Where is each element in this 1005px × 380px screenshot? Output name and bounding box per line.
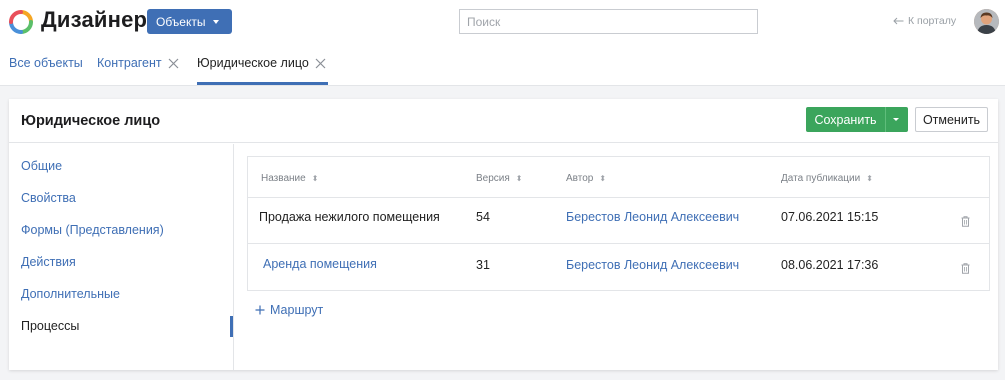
tab-all-objects[interactable]: Все объекты: [9, 56, 83, 70]
back-to-portal-label: К порталу: [908, 15, 957, 27]
sidebar-item-actions[interactable]: Действия: [21, 255, 76, 269]
sort-icon: ⬍: [866, 173, 873, 183]
back-to-portal-link[interactable]: К порталу: [893, 15, 956, 27]
user-avatar[interactable]: [974, 9, 999, 34]
panel-header: Юридическое лицо Сохранить Отменить: [9, 99, 998, 143]
app-title: Дизайнер: [41, 7, 148, 32]
column-header-author[interactable]: Автор ⬍: [566, 173, 606, 184]
save-button-label: Сохранить: [814, 112, 877, 127]
process-author-link[interactable]: Берестов Леонид Алексеевич: [566, 258, 739, 272]
sidebar-item-properties[interactable]: Свойства: [21, 191, 76, 205]
chevron-down-icon[interactable]: [893, 118, 899, 121]
sidebar-item-forms[interactable]: Формы (Представления): [21, 223, 164, 237]
chevron-down-icon: [212, 19, 219, 24]
arrow-left-icon: [893, 17, 904, 25]
cancel-button[interactable]: Отменить: [915, 107, 988, 132]
process-name: Продажа нежилого помещения: [259, 210, 440, 224]
sort-icon: ⬍: [515, 173, 523, 183]
objects-dropdown-button[interactable]: Объекты: [147, 9, 232, 34]
search-input[interactable]: [459, 9, 758, 34]
table-divider: [248, 197, 989, 198]
column-header-publish-date[interactable]: Дата публикации ⬍: [781, 173, 873, 184]
app-logo-icon: [9, 10, 33, 34]
sidebar-item-general[interactable]: Общие: [21, 159, 62, 173]
cancel-button-label: Отменить: [922, 112, 981, 127]
sidebar-item-processes[interactable]: Процессы: [21, 319, 79, 333]
tab-legal-entity[interactable]: Юридическое лицо: [197, 56, 326, 70]
plus-icon: [255, 305, 265, 315]
trash-icon[interactable]: [961, 263, 970, 274]
process-publish-date: 08.06.2021 17:36: [781, 258, 879, 272]
save-button-divider: [885, 107, 886, 132]
close-icon[interactable]: [168, 58, 179, 69]
trash-icon[interactable]: [961, 216, 970, 227]
column-header-name[interactable]: Название ⬍: [261, 173, 318, 184]
tab-counterparty[interactable]: Контрагент: [97, 56, 179, 70]
active-tab-indicator: [197, 82, 328, 85]
close-icon[interactable]: [315, 58, 326, 69]
process-name-link[interactable]: Аренда помещения: [263, 257, 377, 271]
object-panel: Юридическое лицо Сохранить Отменить Общи…: [9, 99, 998, 370]
active-sidebar-indicator: [230, 316, 233, 337]
tab-label: Юридическое лицо: [197, 56, 309, 70]
process-version: 54: [476, 210, 490, 224]
process-publish-date: 07.06.2021 15:15: [781, 210, 879, 224]
tab-label: Контрагент: [97, 56, 162, 70]
sort-icon: ⬍: [599, 173, 607, 183]
process-author-link[interactable]: Берестов Леонид Алексеевич: [566, 210, 739, 224]
add-route-button[interactable]: Маршрут: [255, 303, 323, 317]
panel-title: Юридическое лицо: [21, 113, 161, 129]
processes-table: Название ⬍ Версия ⬍ Автор ⬍ Дата публика…: [247, 156, 990, 291]
add-route-label: Маршрут: [270, 303, 324, 317]
sort-icon: ⬍: [311, 173, 319, 183]
user-photo-icon: [974, 9, 999, 34]
objects-button-label: Объекты: [156, 14, 206, 29]
settings-sidebar: Общие Свойства Формы (Представления) Дей…: [9, 144, 234, 370]
table-divider: [248, 243, 989, 244]
sidebar-item-additional[interactable]: Дополнительные: [21, 287, 120, 301]
tab-label: Все объекты: [9, 56, 83, 70]
process-version: 31: [476, 258, 490, 272]
column-header-version[interactable]: Версия ⬍: [476, 173, 523, 184]
top-bar: Дизайнер Объекты К порталу Все объекты К…: [0, 0, 1005, 86]
save-button[interactable]: Сохранить: [806, 107, 908, 132]
